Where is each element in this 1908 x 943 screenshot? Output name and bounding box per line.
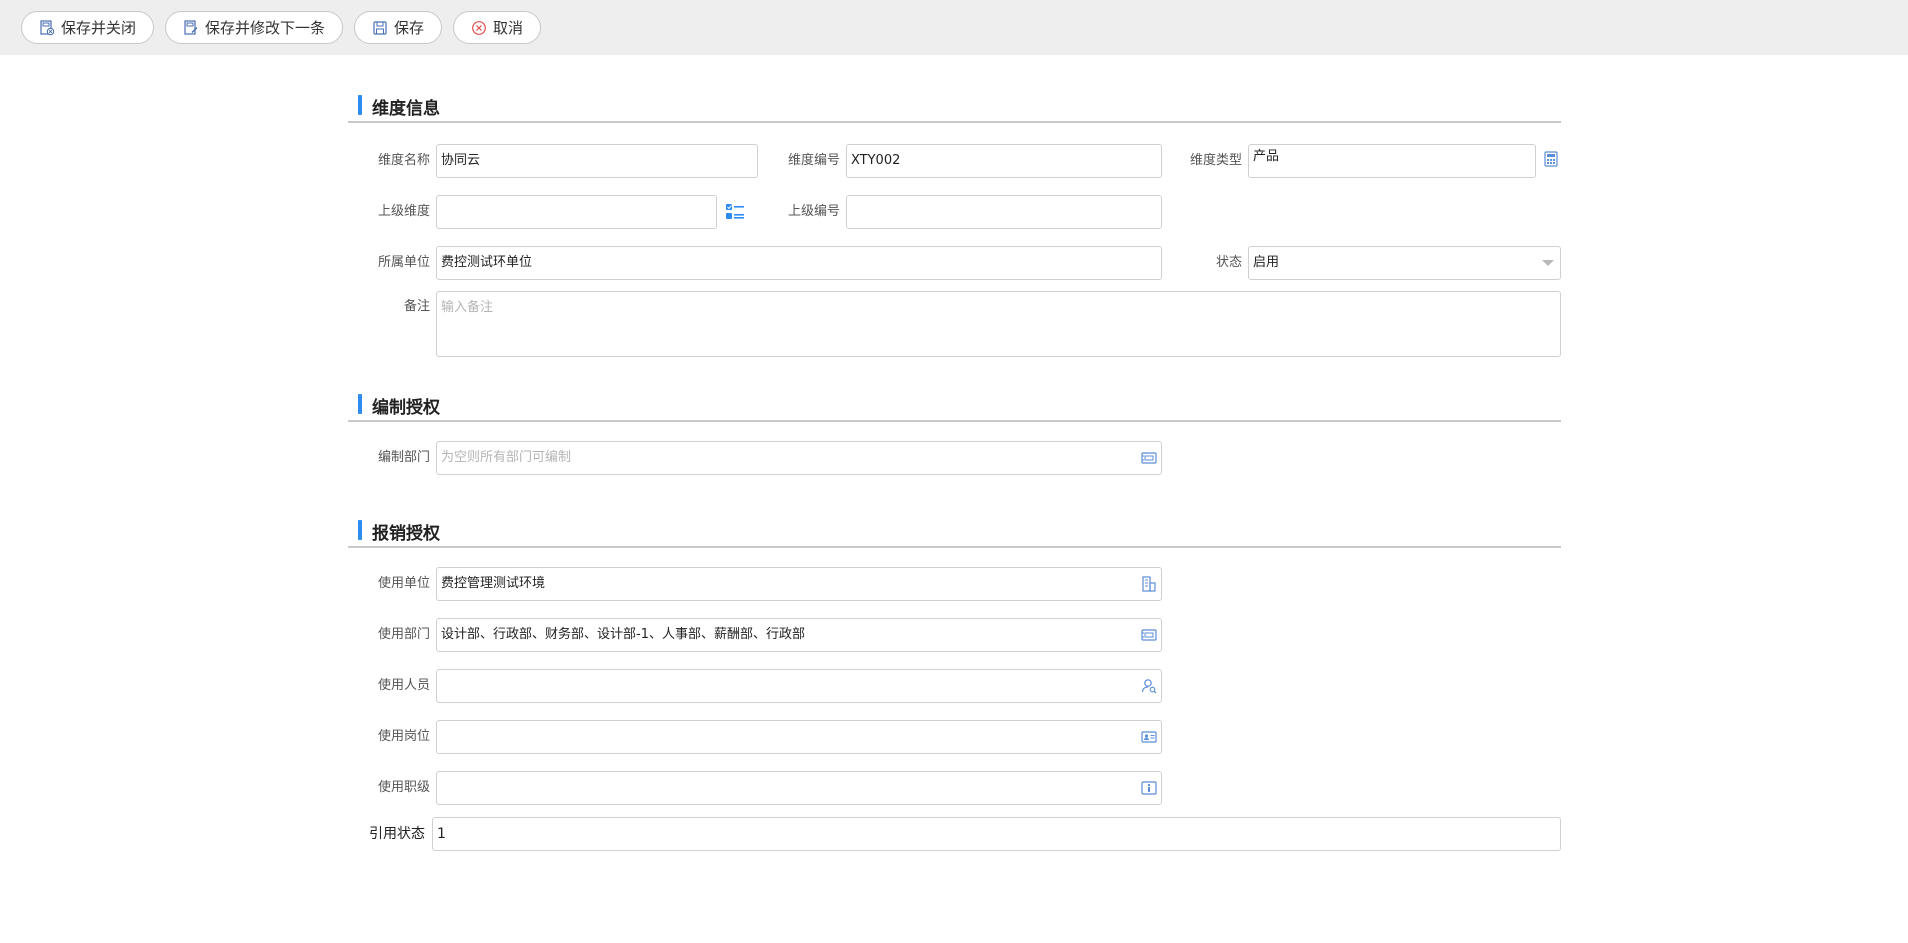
id-card-icon[interactable] <box>1141 729 1157 745</box>
status-select[interactable]: 启用 <box>1248 246 1561 280</box>
save-close-label: 保存并关闭 <box>61 19 137 37</box>
cancel-icon <box>471 20 487 36</box>
user-search-icon[interactable] <box>1141 678 1157 694</box>
use-rank-label: 使用职级 <box>377 780 430 795</box>
section-title-reimburse-auth: 报销授权 <box>372 524 440 544</box>
use-dept-input[interactable]: 设计部、行政部、财务部、设计部-1、人事部、薪酬部、行政部 <box>436 618 1162 652</box>
belong-unit-label: 所属单位 <box>377 255 430 270</box>
dimension-type-label: 维度类型 <box>1189 153 1242 168</box>
parent-code-input[interactable] <box>846 195 1162 229</box>
save-next-button[interactable]: 保存并修改下一条 <box>165 11 344 44</box>
section-title-dimension-info: 维度信息 <box>372 99 440 119</box>
section-reimburse-auth: 报销授权 <box>348 520 1561 548</box>
save-next-label: 保存并修改下一条 <box>205 19 326 37</box>
save-button[interactable]: 保存 <box>354 11 443 44</box>
remark-textarea[interactable]: 输入备注 <box>436 291 1561 357</box>
use-person-input[interactable] <box>436 669 1162 703</box>
cancel-label: 取消 <box>493 19 524 37</box>
list-select-icon[interactable] <box>725 203 745 221</box>
save-icon <box>372 20 388 36</box>
use-unit-input[interactable]: 费控管理测试环境 <box>436 567 1162 601</box>
use-dept-label: 使用部门 <box>377 627 430 642</box>
dimension-code-input[interactable]: XTY002 <box>846 144 1162 178</box>
save-close-icon <box>39 19 55 36</box>
save-close-button[interactable]: 保存并关闭 <box>21 11 155 44</box>
dimension-type-input[interactable]: 产品 <box>1248 144 1536 178</box>
use-rank-input[interactable] <box>436 771 1162 805</box>
section-marker <box>358 520 362 540</box>
edit-dept-input[interactable]: 为空则所有部门可编制 <box>436 441 1162 475</box>
chevron-down-icon[interactable] <box>1540 255 1556 271</box>
department-icon[interactable] <box>1141 450 1157 466</box>
toolbar: 保存并关闭 保存并修改下一条 保存 取消 <box>0 0 1908 55</box>
rank-info-icon[interactable] <box>1141 780 1157 796</box>
parent-code-label: 上级编号 <box>787 204 840 219</box>
save-next-icon <box>183 19 199 36</box>
dimension-name-input[interactable]: 协同云 <box>436 144 758 178</box>
save-label: 保存 <box>394 19 425 37</box>
dimension-code-label: 维度编号 <box>787 153 840 168</box>
calculator-icon[interactable] <box>1543 151 1559 167</box>
section-marker <box>358 95 362 115</box>
building-icon[interactable] <box>1141 576 1157 592</box>
status-label: 状态 <box>1215 255 1242 270</box>
ref-status-label: 引用状态 <box>369 826 425 842</box>
parent-dimension-label: 上级维度 <box>377 204 430 219</box>
section-title-edit-auth: 编制授权 <box>372 398 440 418</box>
ref-status-input[interactable]: 1 <box>432 817 1561 851</box>
use-post-input[interactable] <box>436 720 1162 754</box>
remark-label: 备注 <box>403 299 430 314</box>
dimension-name-label: 维度名称 <box>377 153 430 168</box>
cancel-button[interactable]: 取消 <box>453 11 542 44</box>
use-unit-label: 使用单位 <box>377 576 430 591</box>
department-icon[interactable] <box>1141 627 1157 643</box>
belong-unit-input[interactable]: 费控测试环单位 <box>436 246 1162 280</box>
use-person-label: 使用人员 <box>377 678 430 693</box>
section-edit-auth: 编制授权 <box>348 394 1561 422</box>
section-marker <box>358 394 362 414</box>
section-dimension-info: 维度信息 <box>348 95 1561 123</box>
parent-dimension-input[interactable] <box>436 195 717 229</box>
edit-dept-label: 编制部门 <box>377 450 430 465</box>
use-post-label: 使用岗位 <box>377 729 430 744</box>
